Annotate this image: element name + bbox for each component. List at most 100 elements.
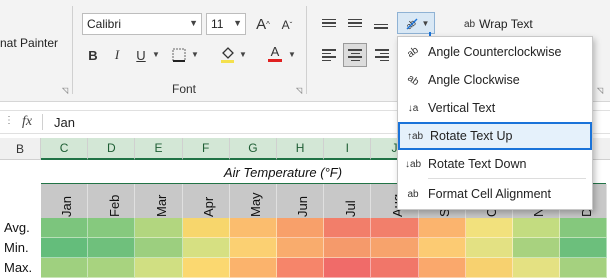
heatmap-cell[interactable] <box>418 258 466 278</box>
borders-button[interactable] <box>168 44 190 66</box>
align-center-button[interactable] <box>343 43 367 67</box>
column-header-h[interactable]: H <box>277 138 325 160</box>
insert-function-button[interactable]: fx <box>16 113 38 131</box>
heatmap-cell[interactable] <box>182 238 230 258</box>
underline-button[interactable]: U <box>130 44 152 66</box>
heatmap-cell[interactable] <box>324 238 372 258</box>
column-header-c[interactable]: C <box>41 138 89 160</box>
heatmap-cell[interactable] <box>229 258 277 278</box>
month-label: Apr <box>201 196 217 217</box>
heatmap-cell[interactable] <box>560 238 608 258</box>
heatmap-cell[interactable] <box>560 218 608 238</box>
heatmap-cell[interactable] <box>371 238 419 258</box>
heatmap-cell[interactable] <box>277 238 325 258</box>
chevron-down-icon[interactable]: ▼ <box>191 50 199 59</box>
chevron-down-icon[interactable]: ▼ <box>152 50 160 59</box>
heatmap-cell[interactable] <box>182 218 230 238</box>
menu-item-angle-counterclockwise[interactable]: ab Angle Counterclockwise <box>398 38 592 66</box>
italic-button[interactable]: I <box>106 44 128 66</box>
alignment-launcher-icon[interactable]: ◹ <box>597 86 603 95</box>
chevron-down-icon[interactable]: ▼ <box>288 50 296 59</box>
angle-cw-icon: ab <box>405 72 421 88</box>
borders-icon <box>172 48 186 62</box>
menu-item-label: Angle Counterclockwise <box>428 45 562 59</box>
heatmap-cell[interactable] <box>229 218 277 238</box>
font-size-value: 11 <box>211 17 224 31</box>
menu-item-angle-clockwise[interactable]: ab Angle Clockwise <box>398 66 592 94</box>
shrink-font-button[interactable]: Aˇ <box>276 14 298 36</box>
heatmap-cell[interactable] <box>418 218 466 238</box>
wrap-text-button[interactable]: ab Wrap Text <box>464 14 533 34</box>
rotate-up-icon: ↑ab <box>406 130 424 142</box>
formula-input[interactable]: Jan <box>48 111 388 133</box>
heatmap-cell[interactable] <box>324 258 372 278</box>
heatmap-cell[interactable] <box>41 258 89 278</box>
heatmap-cell[interactable] <box>41 218 89 238</box>
fill-color-button[interactable] <box>216 44 238 66</box>
heatmap-cell[interactable] <box>465 238 513 258</box>
font-size-combo[interactable]: 11 ▼ <box>206 13 246 35</box>
middle-align-button[interactable] <box>344 12 366 34</box>
font-launcher-icon[interactable]: ◹ <box>296 86 302 95</box>
top-align-icon <box>322 18 336 28</box>
menu-item-label: Rotate Text Up <box>430 129 513 143</box>
column-header-g[interactable]: G <box>229 138 277 160</box>
format-painter-button[interactable]: nat Painter <box>0 36 62 52</box>
rotate-down-icon: ↓ab <box>404 158 422 170</box>
heatmap-cell[interactable] <box>88 238 136 258</box>
chevron-down-icon[interactable]: ⋮ <box>4 115 14 126</box>
heatmap-cell[interactable] <box>465 218 513 238</box>
align-right-button[interactable] <box>371 44 393 66</box>
paint-bucket-icon <box>221 47 234 63</box>
align-right-icon <box>375 49 389 61</box>
font-color-button[interactable]: A <box>264 42 286 64</box>
bottom-align-button[interactable] <box>370 12 392 34</box>
grow-font-button[interactable]: A ^ <box>252 13 274 35</box>
menu-item-format-cell-alignment[interactable]: ab Format Cell Alignment <box>398 180 592 208</box>
column-header-b[interactable]: B <box>0 138 41 160</box>
menu-item-rotate-text-up[interactable]: ↑ab Rotate Text Up <box>398 122 592 150</box>
heatmap-cell[interactable] <box>277 258 325 278</box>
heatmap-cell[interactable] <box>229 238 277 258</box>
top-align-button[interactable] <box>318 12 340 34</box>
heatmap-cell[interactable] <box>135 258 183 278</box>
heatmap-cell[interactable] <box>41 238 89 258</box>
column-header-i[interactable]: I <box>324 138 372 160</box>
menu-item-label: Vertical Text <box>428 101 496 115</box>
bold-button[interactable]: B <box>82 44 104 66</box>
heatmap-cell[interactable] <box>371 258 419 278</box>
format-alignment-icon: ab <box>407 188 419 200</box>
column-header-e[interactable]: E <box>135 138 183 160</box>
heatmap-cell[interactable] <box>135 238 183 258</box>
align-left-icon <box>322 49 336 61</box>
menu-item-vertical-text[interactable]: ↓a Vertical Text <box>398 94 592 122</box>
heatmap-cell[interactable] <box>88 218 136 238</box>
chevron-down-icon: ▼ <box>233 18 242 28</box>
month-label: Jul <box>342 200 358 217</box>
heatmap-cell[interactable] <box>560 258 608 278</box>
bottom-align-icon <box>374 23 388 29</box>
heatmap-cell[interactable] <box>513 218 561 238</box>
heatmap-cell[interactable] <box>513 258 561 278</box>
row-label[interactable]: Min. <box>4 240 29 255</box>
clipboard-launcher-icon[interactable]: ◹ <box>62 86 68 95</box>
heatmap-cell[interactable] <box>277 218 325 238</box>
format-painter-label: nat Painter <box>0 36 59 50</box>
column-header-d[interactable]: D <box>88 138 136 160</box>
heatmap-cell[interactable] <box>324 218 372 238</box>
font-name-combo[interactable]: Calibri ▼ <box>82 13 202 35</box>
chevron-down-icon[interactable]: ▼ <box>239 50 247 59</box>
heatmap-cell[interactable] <box>135 218 183 238</box>
heatmap-cell[interactable] <box>182 258 230 278</box>
row-label[interactable]: Max. <box>4 260 32 275</box>
align-left-button[interactable] <box>318 44 340 66</box>
heatmap-cell[interactable] <box>371 218 419 238</box>
row-label[interactable]: Avg. <box>4 220 30 235</box>
column-header-f[interactable]: F <box>182 138 230 160</box>
menu-item-rotate-text-down[interactable]: ↓ab Rotate Text Down <box>398 150 592 178</box>
heatmap-cell[interactable] <box>418 238 466 258</box>
heatmap-cell[interactable] <box>513 238 561 258</box>
heatmap-cell[interactable] <box>88 258 136 278</box>
month-label: May <box>248 192 264 217</box>
heatmap-cell[interactable] <box>465 258 513 278</box>
